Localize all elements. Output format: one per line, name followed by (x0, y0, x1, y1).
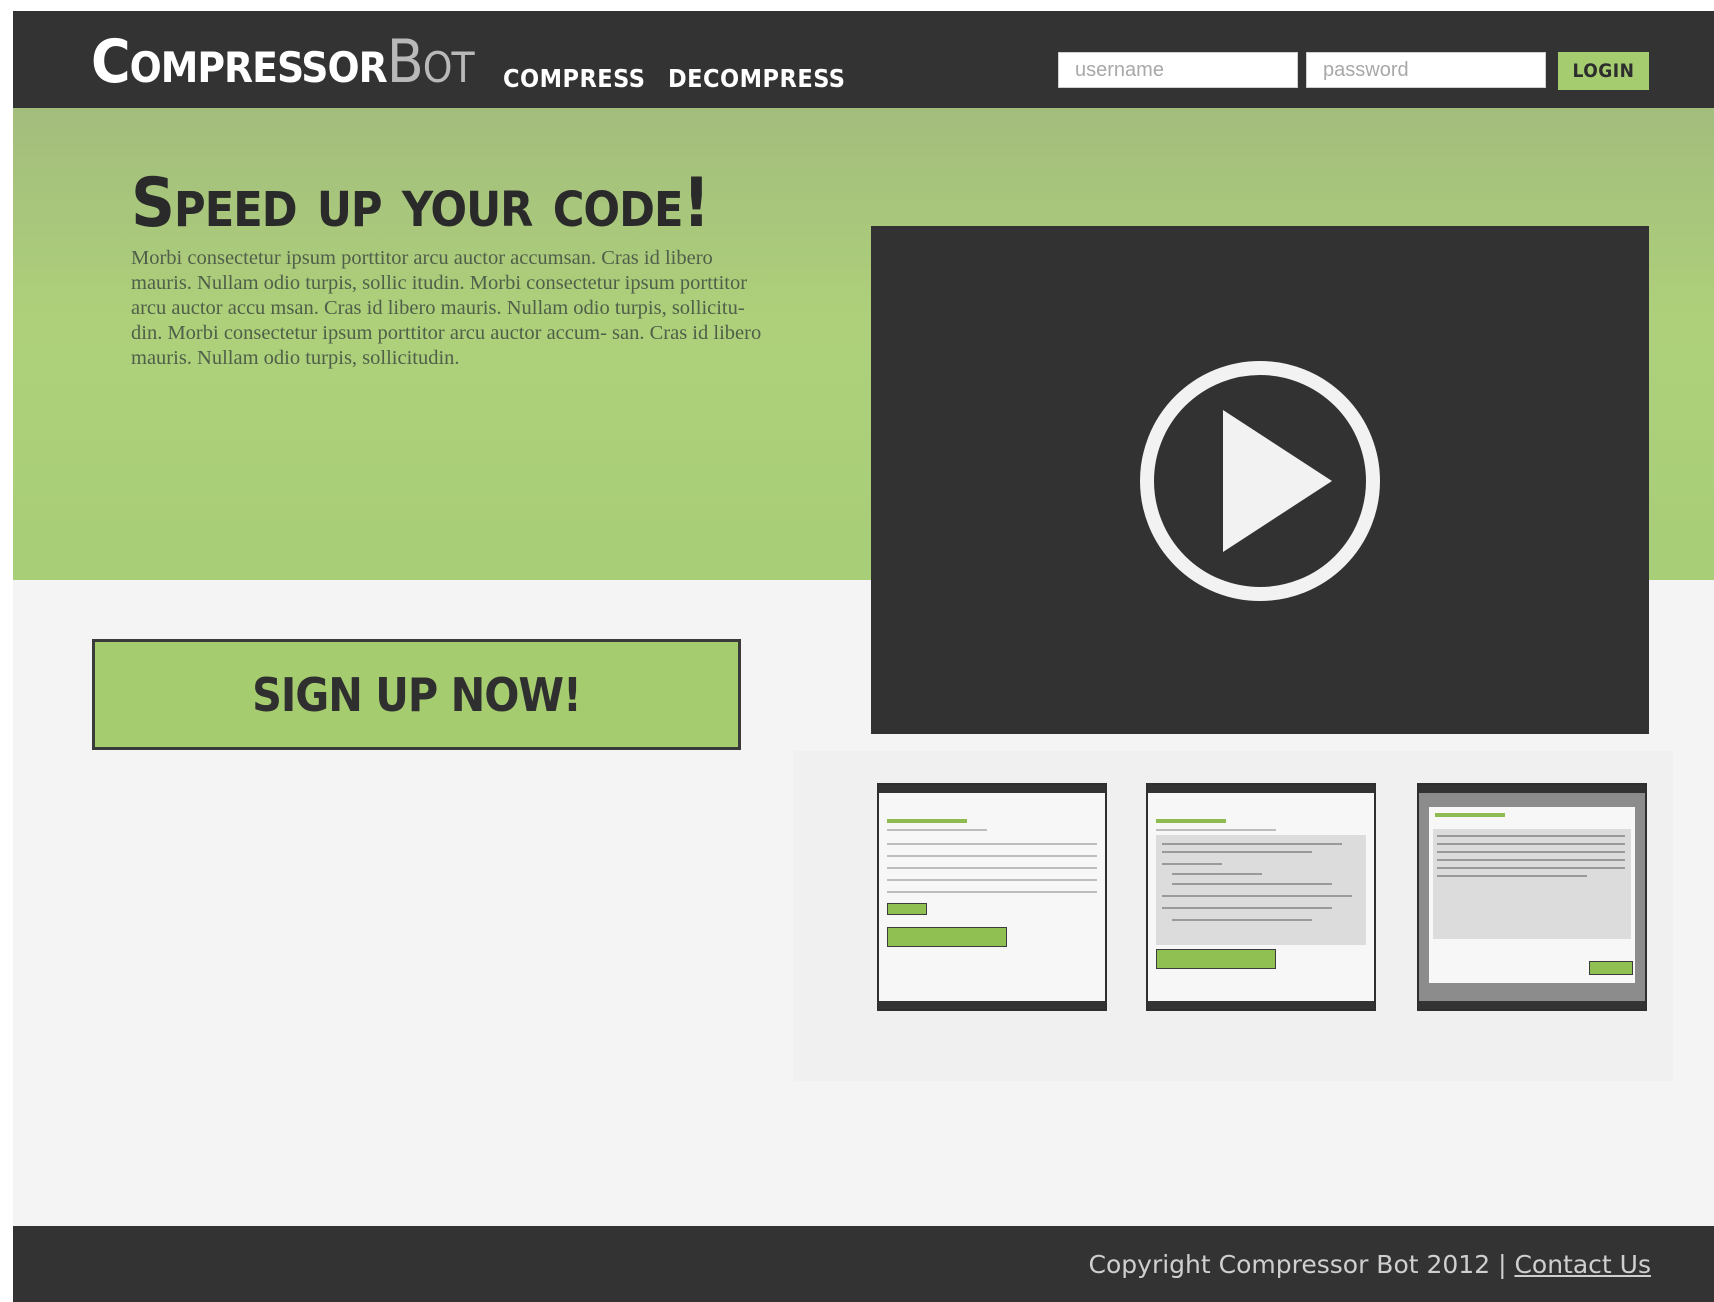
hero-description: Morbi consectetur ipsum porttitor arcu a… (131, 247, 762, 369)
thumb-footer-bar (879, 1001, 1105, 1009)
thumb-output-line (1437, 835, 1625, 837)
thumb-code-line (1162, 863, 1222, 865)
thumb-footer-bar (1148, 1001, 1374, 1009)
thumb-title (1156, 819, 1226, 823)
thumb-action-button (1156, 949, 1276, 969)
nav-compress-link[interactable]: COMPRESS (503, 61, 645, 97)
thumb-close-button (1589, 961, 1633, 975)
hero-title: Speed up your code! (131, 164, 710, 243)
thumb-code-line (1162, 907, 1332, 909)
screenshot-thumbnail-1[interactable] (877, 783, 1107, 1011)
thumb-row (887, 891, 1097, 893)
thumb-output-area (1433, 829, 1631, 939)
footer-text: Copyright Compressor Bot 2012 | Contact … (1089, 1250, 1651, 1279)
thumb-row (887, 867, 1097, 869)
thumb-small-button (887, 903, 927, 915)
thumb-footer-bar (1419, 1001, 1645, 1009)
page-frame: CompressorBot COMPRESS DECOMPRESS LOGIN … (13, 11, 1714, 1302)
thumb-header-bar (1419, 785, 1645, 793)
thumb-title (887, 819, 967, 823)
thumb-output-line (1437, 843, 1625, 845)
thumb-output-line (1437, 851, 1625, 853)
thumb-output-line (1437, 859, 1625, 861)
password-input[interactable] (1306, 52, 1546, 88)
thumb-code-line (1162, 843, 1342, 845)
screenshot-thumbnail-2[interactable] (1146, 783, 1376, 1011)
thumb-subtitle (1156, 829, 1276, 831)
thumb-code-line (1172, 873, 1262, 875)
thumb-header-bar (879, 785, 1105, 793)
thumb-row (887, 843, 1097, 845)
video-player[interactable] (871, 226, 1649, 734)
thumb-row (887, 855, 1097, 857)
play-icon[interactable] (1139, 360, 1381, 602)
thumb-header-bar (1148, 785, 1374, 793)
username-input[interactable] (1058, 52, 1298, 88)
thumb-row (887, 879, 1097, 881)
thumb-subtitle (887, 829, 987, 831)
thumb-output-line (1437, 867, 1625, 869)
nav-decompress-link[interactable]: DECOMPRESS (668, 61, 846, 97)
site-header: CompressorBot COMPRESS DECOMPRESS LOGIN (13, 11, 1714, 108)
copyright-text: Copyright Compressor Bot 2012 (1088, 1250, 1491, 1279)
screenshot-thumbnail-3[interactable] (1417, 783, 1647, 1011)
logo-main: Compressor (91, 27, 388, 97)
thumb-action-button (887, 927, 1007, 947)
sign-up-button[interactable]: SIGN UP NOW! (92, 639, 741, 750)
logo-accent: Bot (386, 27, 475, 97)
thumb-code-line (1162, 895, 1352, 897)
contact-us-link[interactable]: Contact Us (1514, 1250, 1651, 1279)
site-footer: Copyright Compressor Bot 2012 | Contact … (13, 1226, 1714, 1302)
thumb-output-line (1437, 875, 1587, 877)
thumb-code-line (1162, 851, 1312, 853)
footer-separator: | (1490, 1250, 1515, 1279)
thumb-code-line (1172, 883, 1332, 885)
thumb-title (1435, 813, 1505, 817)
thumb-code-line (1172, 919, 1312, 921)
site-logo[interactable]: CompressorBot (91, 27, 475, 97)
login-button[interactable]: LOGIN (1558, 52, 1649, 90)
